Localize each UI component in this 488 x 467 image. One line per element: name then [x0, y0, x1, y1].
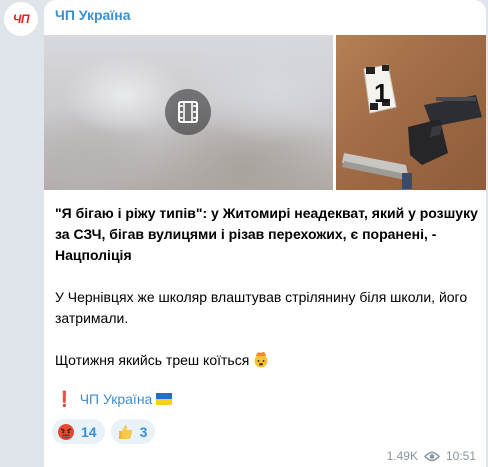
post-title: "Я бігаю і ріжу типів": у Житомирі неаде…: [55, 205, 478, 263]
media-group: 1: [44, 35, 486, 190]
eye-icon: [423, 451, 440, 462]
channel-link[interactable]: ЧП Україна: [80, 391, 153, 407]
reaction-count: 3: [139, 423, 148, 440]
post-paragraph-last: Щотижня якийсь треш коїться: [55, 350, 479, 374]
channel-name[interactable]: ЧП Україна: [55, 7, 131, 23]
angry-face-emoji: [57, 423, 75, 441]
post-paragraph-text: Щотижня якийсь треш коїться: [55, 352, 250, 368]
evidence-photo-illustration: 1: [342, 64, 482, 189]
film-icon: [178, 101, 198, 123]
exploding-head-emoji: [252, 350, 270, 374]
reactions-bar: 14 3: [52, 419, 156, 444]
ukraine-flag-icon: [156, 393, 173, 405]
reaction-count: 14: [81, 423, 97, 440]
avatar-text: ЧП: [12, 12, 30, 26]
thumbs-up-emoji: [116, 423, 134, 441]
message-meta: 1.49K 10:51: [387, 449, 476, 463]
reaction-angry[interactable]: 14: [52, 419, 105, 444]
view-count: 1.49K: [386, 449, 418, 463]
message-bubble: ЧП Україна 1 "Я бігаю і ріжу типів": у Ж…: [44, 0, 486, 467]
evidence-marker-number: 1: [374, 78, 388, 108]
photo-thumbnail[interactable]: 1: [336, 35, 486, 190]
channel-avatar[interactable]: ЧП: [4, 2, 38, 36]
reaction-thumbs-up[interactable]: 3: [110, 419, 156, 444]
channel-link-line: ❗ ЧП Україна: [55, 390, 173, 408]
message-time: 10:51: [445, 449, 476, 463]
exclamation-icon: ❗: [55, 391, 74, 408]
post-text: "Я бігаю і ріжу типів": у Житомирі неаде…: [55, 203, 479, 374]
video-play-button[interactable]: [165, 89, 211, 135]
post-paragraph: У Чернівцях же школяр влаштував стріляни…: [55, 289, 468, 326]
video-thumbnail[interactable]: [44, 35, 333, 190]
